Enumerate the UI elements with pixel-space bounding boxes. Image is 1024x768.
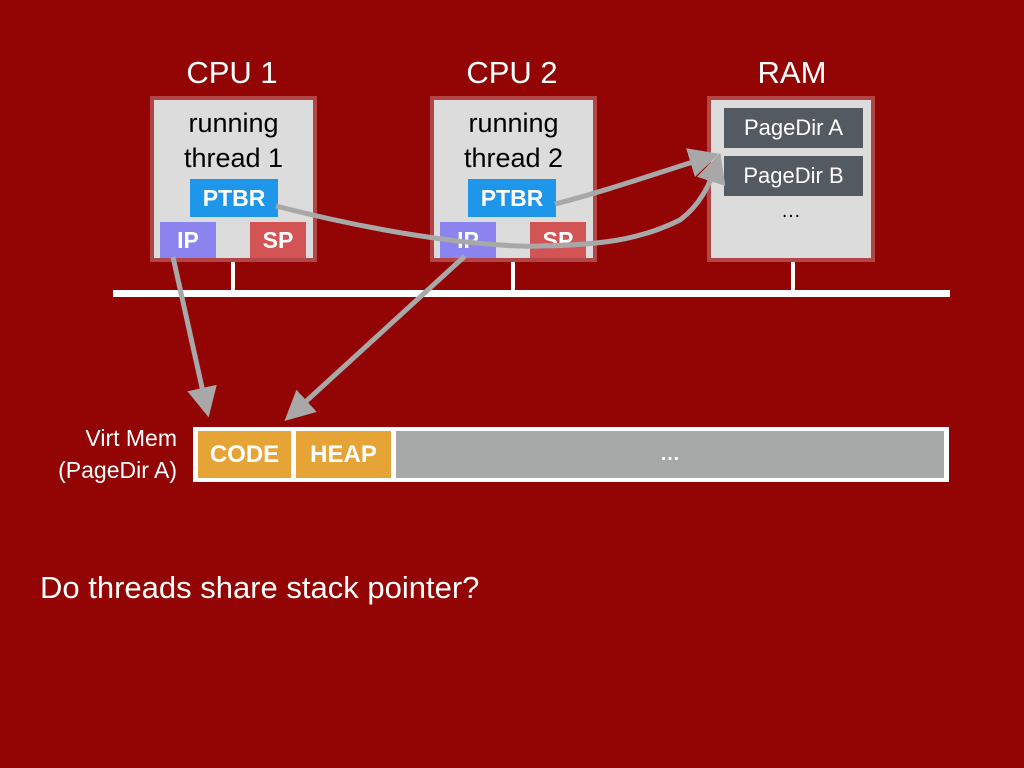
cpu1-sp-register: SP — [250, 222, 306, 258]
cpu2-ptbr-register: PTBR — [468, 179, 556, 217]
cpu2-box: running thread 2 PTBR IP SP — [430, 96, 597, 262]
cpu2-heading: CPU 2 — [466, 55, 558, 90]
cpu2-status-line1: running — [468, 108, 559, 138]
cpu1-status-line2: thread 1 — [183, 143, 284, 173]
cpu1-heading: CPU 1 — [186, 55, 278, 90]
ram-pagedir-b: PageDir B — [724, 156, 863, 196]
ram-bus-connector — [791, 262, 795, 292]
cpu1-status-line1: running — [188, 108, 279, 138]
ram-box: PageDir A PageDir B … — [707, 96, 875, 262]
segment-code: CODE — [198, 431, 291, 478]
arrow-cpu1-ip-to-code — [170, 256, 217, 418]
cpu1-box: running thread 1 PTBR IP SP — [150, 96, 317, 262]
ram-pagedir-a: PageDir A — [724, 108, 863, 148]
cpu2-bus-connector — [511, 262, 515, 292]
ram-ellipsis: … — [781, 200, 801, 222]
virt-mem-label-line2: (PageDir A) — [58, 457, 177, 483]
segment-heap: HEAP — [296, 431, 391, 478]
cpu2-sp-register: SP — [530, 222, 586, 258]
cpu1-bus-connector — [231, 262, 235, 292]
slide-question: Do threads share stack pointer? — [40, 570, 480, 605]
system-bus — [113, 290, 950, 297]
ram-heading: RAM — [757, 55, 827, 90]
arrow-cpu2-ip-to-code — [284, 254, 467, 422]
segment-rest-ellipsis: … — [396, 431, 944, 478]
virt-mem-label-line1: Virt Mem — [85, 425, 177, 451]
cpu2-ip-register: IP — [440, 222, 496, 258]
cpu1-ptbr-register: PTBR — [190, 179, 278, 217]
virt-mem-bar: CODE HEAP … — [193, 427, 949, 482]
cpu1-ip-register: IP — [160, 222, 216, 258]
cpu2-status-line2: thread 2 — [463, 143, 564, 173]
